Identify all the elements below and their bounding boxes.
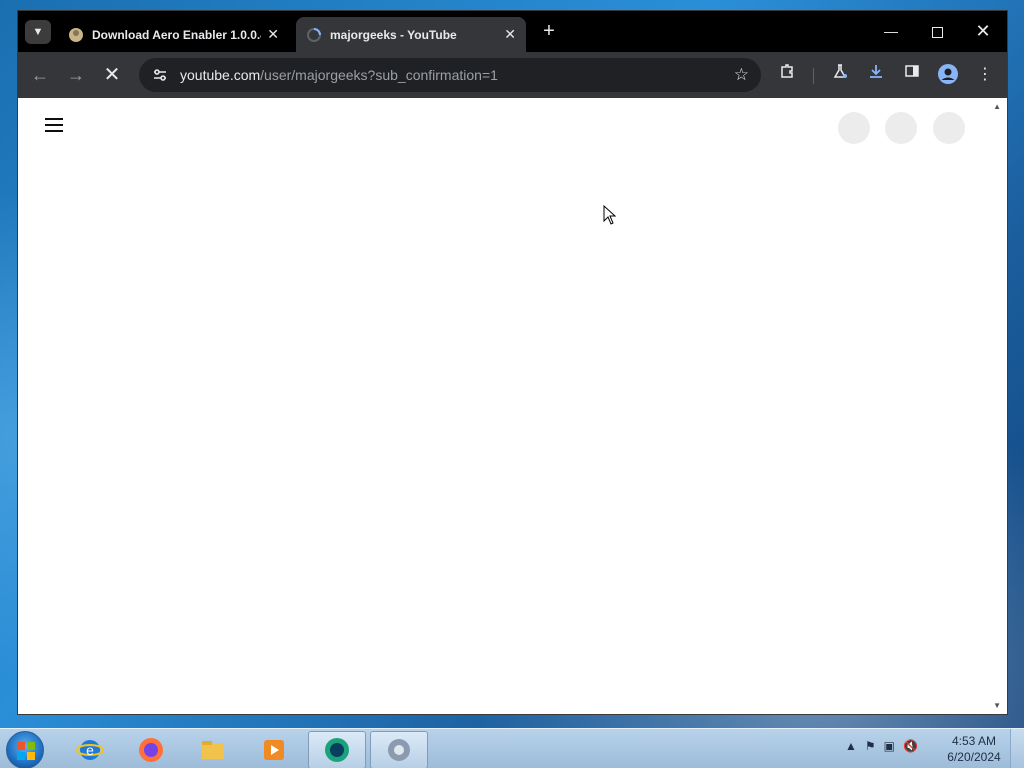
media-player-icon <box>264 740 284 760</box>
scroll-down-arrow[interactable]: ▼ <box>993 701 1001 710</box>
page-content: ▲ ▼ <box>18 98 1007 714</box>
browser-window: ▼ Download Aero Enabler 1.0.0.4 ✕ majorg… <box>17 10 1008 715</box>
site-settings-icon[interactable] <box>151 66 169 84</box>
browser-toolbar: ← → ✕ youtube.com/user/majorgeeks?sub_co… <box>18 52 1007 98</box>
taskbar: e ▲ ⚑ ▣ 🔇 4:53 AM 6/20/2024 <box>0 728 1024 768</box>
scroll-up-arrow[interactable]: ▲ <box>993 102 1001 111</box>
taskbar-media-player[interactable] <box>245 731 303 768</box>
address-bar[interactable]: youtube.com/user/majorgeeks?sub_confirma… <box>139 58 761 92</box>
system-tray: ▲ ⚑ ▣ 🔇 <box>845 739 918 753</box>
action-center-flag-icon[interactable]: ⚑ <box>865 739 876 753</box>
svg-text:e: e <box>86 742 94 758</box>
show-hidden-icons-icon[interactable]: ▲ <box>845 739 857 753</box>
chevron-down-icon: ▼ <box>32 26 44 38</box>
gear-icon <box>388 739 410 761</box>
menu-kebab-icon[interactable]: ⋮ <box>973 63 997 87</box>
profile-avatar-icon[interactable] <box>936 63 960 87</box>
url-host: youtube.com <box>180 67 261 83</box>
tab-close-icon[interactable]: ✕ <box>267 26 279 43</box>
toolbar-separator <box>813 68 814 84</box>
start-button[interactable] <box>6 731 44 768</box>
skeleton-placeholder <box>933 112 965 144</box>
url-path: /user/majorgeeks?sub_confirmation=1 <box>260 67 498 83</box>
stop-loading-button[interactable]: ✕ <box>100 63 124 87</box>
bookmark-star-icon[interactable]: ☆ <box>734 65 749 85</box>
taskbar-file-explorer[interactable] <box>184 731 242 768</box>
forward-button[interactable]: → <box>64 63 88 87</box>
minimize-button[interactable]: — <box>876 19 906 43</box>
show-desktop-button[interactable] <box>1010 729 1024 768</box>
maximize-icon <box>931 26 943 38</box>
labs-flask-icon[interactable] <box>828 63 852 87</box>
clock-time: 4:53 AM <box>951 734 997 748</box>
clock-date: 6/20/2024 <box>947 750 1001 764</box>
majorgeeks-favicon <box>69 27 83 42</box>
extensions-icon[interactable] <box>775 63 799 87</box>
taskbar-internet-explorer[interactable]: e <box>61 731 119 768</box>
new-tab-button[interactable]: + <box>538 20 560 42</box>
taskbar-firefox[interactable] <box>122 731 180 768</box>
firefox-icon <box>139 738 163 762</box>
tab-close-icon[interactable]: ✕ <box>504 26 516 43</box>
maximize-button[interactable] <box>922 19 952 43</box>
loading-spinner-icon <box>307 27 321 42</box>
back-button[interactable]: ← <box>28 63 52 87</box>
taskbar-browser[interactable] <box>308 731 366 768</box>
browser-app-icon <box>325 738 349 762</box>
close-window-button[interactable]: ✕ <box>968 19 998 43</box>
tab-search-button[interactable]: ▼ <box>25 20 51 44</box>
tab-youtube[interactable]: majorgeeks - YouTube ✕ <box>296 17 526 52</box>
volume-muted-icon[interactable]: 🔇 <box>903 739 918 753</box>
tab-strip: ▼ Download Aero Enabler 1.0.0.4 ✕ majorg… <box>18 11 1007 52</box>
mouse-cursor-icon <box>603 205 617 225</box>
skeleton-placeholder <box>838 112 870 144</box>
guide-menu-icon[interactable] <box>45 118 63 132</box>
taskbar-clock[interactable]: 4:53 AM 6/20/2024 <box>944 733 1004 765</box>
windows-logo-icon <box>17 742 35 760</box>
downloads-icon[interactable] <box>864 63 888 87</box>
internet-explorer-icon: e <box>76 740 104 760</box>
tab-title: Download Aero Enabler 1.0.0.4 <box>92 27 262 42</box>
tab-title: majorgeeks - YouTube <box>330 27 457 42</box>
side-panel-icon[interactable] <box>900 63 924 87</box>
taskbar-settings[interactable] <box>370 731 428 768</box>
folder-icon <box>202 741 224 759</box>
skeleton-placeholder <box>885 112 917 144</box>
tab-aero-enabler[interactable]: Download Aero Enabler 1.0.0.4 ✕ <box>58 17 289 52</box>
network-icon[interactable]: ▣ <box>884 739 895 753</box>
